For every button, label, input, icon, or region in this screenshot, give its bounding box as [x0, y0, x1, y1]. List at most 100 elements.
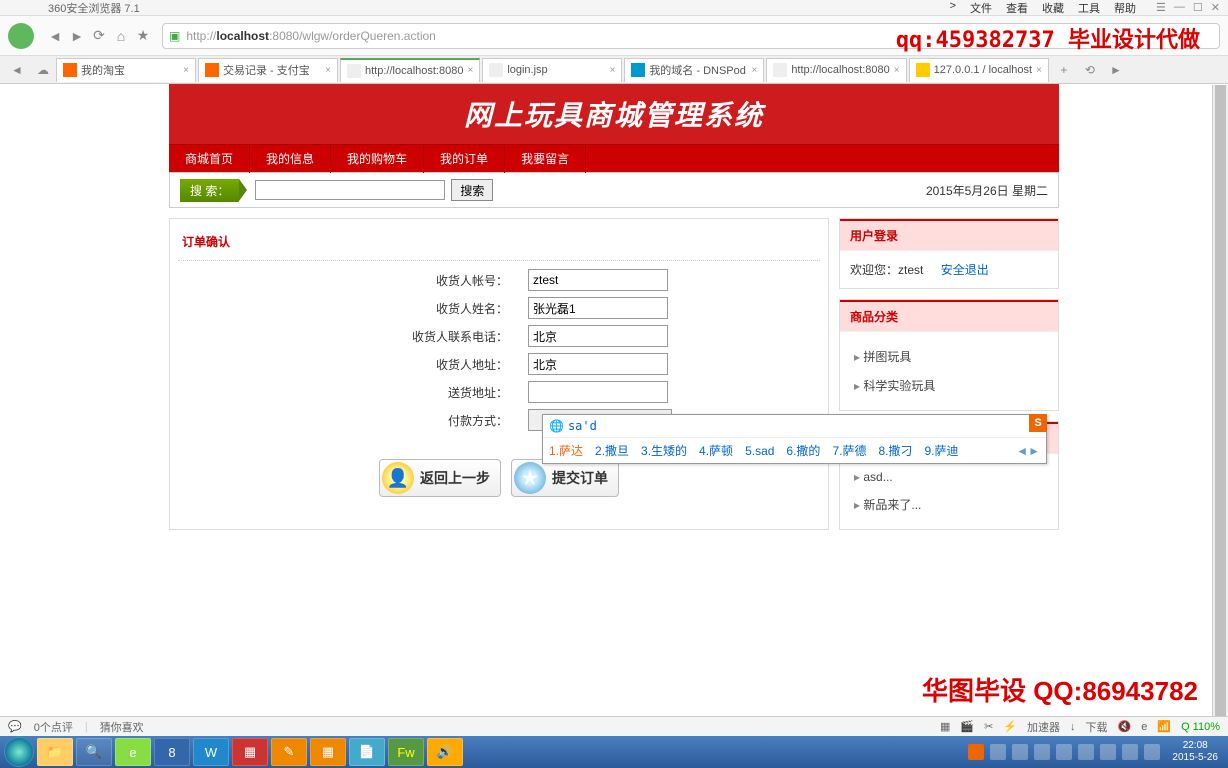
- tray-icon[interactable]: [1056, 744, 1072, 760]
- taskbar-app2[interactable]: ▦: [232, 738, 268, 766]
- tab-5[interactable]: http://localhost:8080×: [766, 58, 906, 82]
- search-button[interactable]: 搜索: [451, 179, 493, 201]
- ie-icon[interactable]: e: [1141, 721, 1147, 733]
- net-icon[interactable]: 📶: [1157, 720, 1171, 733]
- tab-3[interactable]: login.jsp×: [482, 58, 622, 82]
- download-icon[interactable]: ↓: [1070, 721, 1076, 733]
- tray-icon[interactable]: [1034, 744, 1050, 760]
- taskbar-app5[interactable]: 📄: [349, 738, 385, 766]
- home-button[interactable]: ⌂: [110, 25, 132, 47]
- ime-candidate-3[interactable]: 3.生矮的: [641, 442, 687, 459]
- ime-candidate-2[interactable]: 2.撒旦: [595, 442, 629, 459]
- nav-cart[interactable]: 我的购物车: [331, 145, 424, 173]
- ime-candidate-5[interactable]: 5.sad: [745, 444, 774, 458]
- nav-home[interactable]: 商城首页: [169, 145, 250, 173]
- search-input[interactable]: [255, 180, 445, 200]
- ime-candidate-9[interactable]: 9.萨迪: [924, 442, 958, 459]
- tray-icon[interactable]: [1012, 744, 1028, 760]
- tab-add-icon[interactable]: +: [1051, 63, 1077, 77]
- account-input[interactable]: [528, 269, 668, 291]
- tab-0[interactable]: 我的淘宝×: [56, 58, 196, 82]
- vertical-scrollbar[interactable]: [1212, 85, 1228, 716]
- taskbar-sound[interactable]: 🔊: [427, 738, 463, 766]
- ime-candidate-4[interactable]: 4.萨顿: [699, 442, 733, 459]
- taskbar-app1[interactable]: 8: [154, 738, 190, 766]
- news-item[interactable]: 新品来了...: [850, 490, 1048, 519]
- ime-page-arrows-icon[interactable]: ◄►: [1016, 444, 1040, 458]
- star-button[interactable]: ★: [132, 25, 154, 47]
- menu-help[interactable]: 帮助: [1114, 0, 1136, 16]
- comment-count[interactable]: 0个点评: [34, 719, 73, 735]
- split-icon[interactable]: ▦: [940, 720, 950, 733]
- category-item[interactable]: 科学实验玩具: [850, 371, 1048, 400]
- taskbar-search[interactable]: 🔍: [76, 738, 112, 766]
- tray-icon[interactable]: [1078, 744, 1094, 760]
- category-item[interactable]: 拼图玩具: [850, 342, 1048, 371]
- menu-file[interactable]: >: [950, 0, 956, 16]
- cloud-icon[interactable]: ☁: [30, 63, 56, 77]
- tab-close-icon[interactable]: ×: [609, 65, 615, 76]
- like-label[interactable]: 猜你喜欢: [100, 719, 144, 735]
- tab-prev-icon[interactable]: ◄: [4, 63, 30, 77]
- menu-file[interactable]: 文件: [970, 0, 992, 16]
- addr-input[interactable]: [528, 353, 668, 375]
- start-button[interactable]: [4, 737, 34, 767]
- ime-candidate-1[interactable]: 1.萨达: [549, 442, 583, 459]
- name-input[interactable]: [528, 297, 668, 319]
- tab-close-icon[interactable]: ×: [894, 65, 900, 76]
- forward-button[interactable]: ►: [66, 25, 88, 47]
- taskbar-app4[interactable]: ▦: [310, 738, 346, 766]
- accel-icon[interactable]: ⚡: [1003, 720, 1017, 733]
- comment-icon[interactable]: 💬: [8, 720, 22, 733]
- close-icon[interactable]: ✕: [1211, 1, 1220, 14]
- reload-button[interactable]: ⟳: [88, 25, 110, 47]
- tab-close-icon[interactable]: ×: [325, 65, 331, 76]
- hide-icon[interactable]: ☰: [1156, 1, 1166, 14]
- ime-candidates[interactable]: 1.萨达 2.撒旦 3.生矮的 4.萨顿 5.sad 6.撒的 7.萨德 8.撒…: [543, 438, 1046, 463]
- tray-icon[interactable]: [1100, 744, 1116, 760]
- tab-4[interactable]: 我的域名 - DNSPod×: [624, 58, 764, 82]
- tab-close-icon[interactable]: ×: [1036, 65, 1042, 76]
- nav-myinfo[interactable]: 我的信息: [250, 145, 331, 173]
- menu-tools[interactable]: 工具: [1078, 0, 1100, 16]
- back-button[interactable]: ◄: [44, 25, 66, 47]
- tab-close-icon[interactable]: ×: [183, 65, 189, 76]
- tab-6[interactable]: 127.0.0.1 / localhost×: [909, 58, 1049, 82]
- tray-icon[interactable]: [1144, 744, 1160, 760]
- nav-message[interactable]: 我要留言: [505, 145, 586, 173]
- user-avatar-icon[interactable]: [8, 23, 34, 49]
- taskbar-explorer[interactable]: 📁: [37, 738, 73, 766]
- taskbar-fw[interactable]: Fw: [388, 738, 424, 766]
- nav-orders[interactable]: 我的订单: [424, 145, 505, 173]
- cut-icon[interactable]: ✂: [984, 720, 993, 733]
- menu-fav[interactable]: 收藏: [1042, 0, 1064, 16]
- mute-icon[interactable]: 🔇: [1118, 720, 1132, 733]
- taskbar-app3[interactable]: ✎: [271, 738, 307, 766]
- tray-sogou-icon[interactable]: [968, 744, 984, 760]
- tab-close-icon[interactable]: ×: [467, 65, 473, 76]
- maximize-icon[interactable]: ☐: [1193, 1, 1203, 14]
- back-step-button[interactable]: 👤返回上一步: [379, 459, 501, 497]
- taskbar-word[interactable]: W: [193, 738, 229, 766]
- tray-icon[interactable]: [990, 744, 1006, 760]
- zoom-level[interactable]: Q 110%: [1181, 721, 1220, 733]
- phone-input[interactable]: [528, 325, 668, 347]
- ime-candidate-7[interactable]: 7.萨德: [832, 442, 866, 459]
- ime-candidate-8[interactable]: 8.撒刁: [878, 442, 912, 459]
- tab-next-icon[interactable]: ►: [1103, 63, 1129, 77]
- tab-1[interactable]: 交易记录 - 支付宝×: [198, 58, 338, 82]
- film-icon[interactable]: 🎬: [960, 720, 974, 733]
- submit-order-button[interactable]: ★提交订单: [511, 459, 619, 497]
- menu-view[interactable]: 查看: [1006, 0, 1028, 16]
- ime-candidate-6[interactable]: 6.撒的: [786, 442, 820, 459]
- taskbar-clock[interactable]: 22:082015-5-26: [1166, 740, 1224, 764]
- ship-input[interactable]: [528, 381, 668, 403]
- tab-restore-icon[interactable]: ⟲: [1077, 63, 1103, 77]
- tray-icon[interactable]: [1122, 744, 1138, 760]
- news-item[interactable]: asd...: [850, 464, 1048, 490]
- tab-2-active[interactable]: http://localhost:8080×: [340, 58, 480, 82]
- taskbar-ie[interactable]: e: [115, 738, 151, 766]
- minimize-icon[interactable]: —: [1174, 1, 1185, 14]
- logout-link[interactable]: 安全退出: [941, 263, 989, 277]
- tab-close-icon[interactable]: ×: [751, 65, 757, 76]
